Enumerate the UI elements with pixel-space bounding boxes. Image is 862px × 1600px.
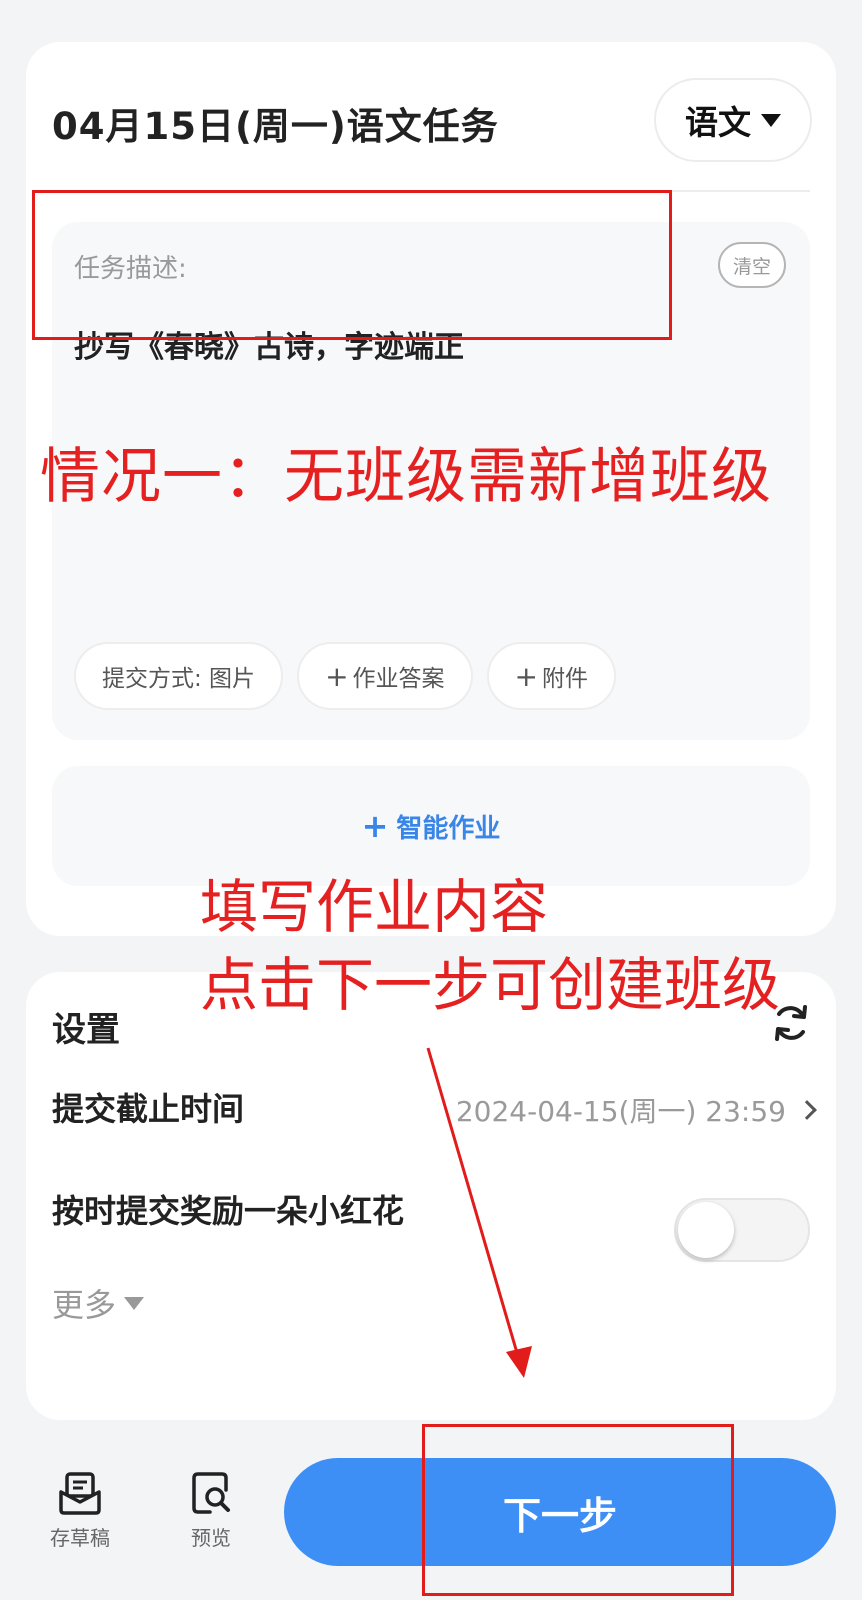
more-button[interactable]: 更多 xyxy=(52,1280,145,1326)
add-answer-chip[interactable]: + 作业答案 xyxy=(297,642,473,710)
settings-title: 设置 xyxy=(52,1010,120,1050)
toggle-knob xyxy=(678,1202,734,1258)
save-draft-button[interactable]: 存草稿 xyxy=(40,1470,120,1551)
add-attachment-label: 附件 xyxy=(542,666,588,692)
annotation-box-next xyxy=(422,1424,734,1596)
annotation-instructions: 填写作业内容 点击下一步可创建班级 xyxy=(200,868,780,1024)
annotation-case-title: 情况一：无班级需新增班级 xyxy=(40,442,772,512)
plus-icon: + xyxy=(325,659,349,693)
annotation-instruction-line2: 点击下一步可创建班级 xyxy=(200,951,781,1019)
submit-method-label: 提交方式: 图片 xyxy=(102,666,256,692)
preview-search-icon xyxy=(192,1472,230,1514)
subject-label: 语文 xyxy=(685,103,751,142)
draft-box-icon xyxy=(59,1472,101,1515)
page-title: 04月15日(周一)语文任务 xyxy=(52,105,499,148)
annotation-instruction-line1: 填写作业内容 xyxy=(200,873,549,941)
add-attachment-chip[interactable]: + 附件 xyxy=(486,642,616,710)
caret-down-icon xyxy=(761,113,781,127)
clear-button[interactable]: 清空 xyxy=(718,242,786,288)
preview-label: 预览 xyxy=(191,1526,231,1550)
more-label: 更多 xyxy=(52,1286,117,1324)
deadline-value: 2024-04-15(周一) 23:59 xyxy=(455,1095,786,1128)
submit-method-chip[interactable]: 提交方式: 图片 xyxy=(74,642,284,710)
settings-card: 设置 提交截止时间 2024-04-15(周一) 23:59 按时提交奖励一朵小… xyxy=(26,972,836,1420)
reward-label: 按时提交奖励一朵小红花 xyxy=(52,1192,405,1230)
subject-dropdown[interactable]: 语文 xyxy=(654,78,812,162)
deadline-label: 提交截止时间 xyxy=(52,1090,245,1128)
chevron-right-icon xyxy=(797,1100,817,1120)
annotation-box-description xyxy=(32,190,672,340)
deadline-picker[interactable]: 2024-04-15(周一) 23:59 xyxy=(455,1090,817,1130)
chip-row: 提交方式: 图片 + 作业答案 + 附件 xyxy=(74,642,616,710)
reward-toggle[interactable] xyxy=(674,1198,810,1262)
save-draft-label: 存草稿 xyxy=(50,1526,110,1550)
preview-button[interactable]: 预览 xyxy=(171,1470,251,1551)
smart-homework-label: 智能作业 xyxy=(396,813,501,844)
caret-down-icon xyxy=(124,1296,145,1310)
plus-icon: + xyxy=(514,659,538,693)
plus-icon: + xyxy=(361,807,389,845)
add-answer-label: 作业答案 xyxy=(352,666,445,692)
